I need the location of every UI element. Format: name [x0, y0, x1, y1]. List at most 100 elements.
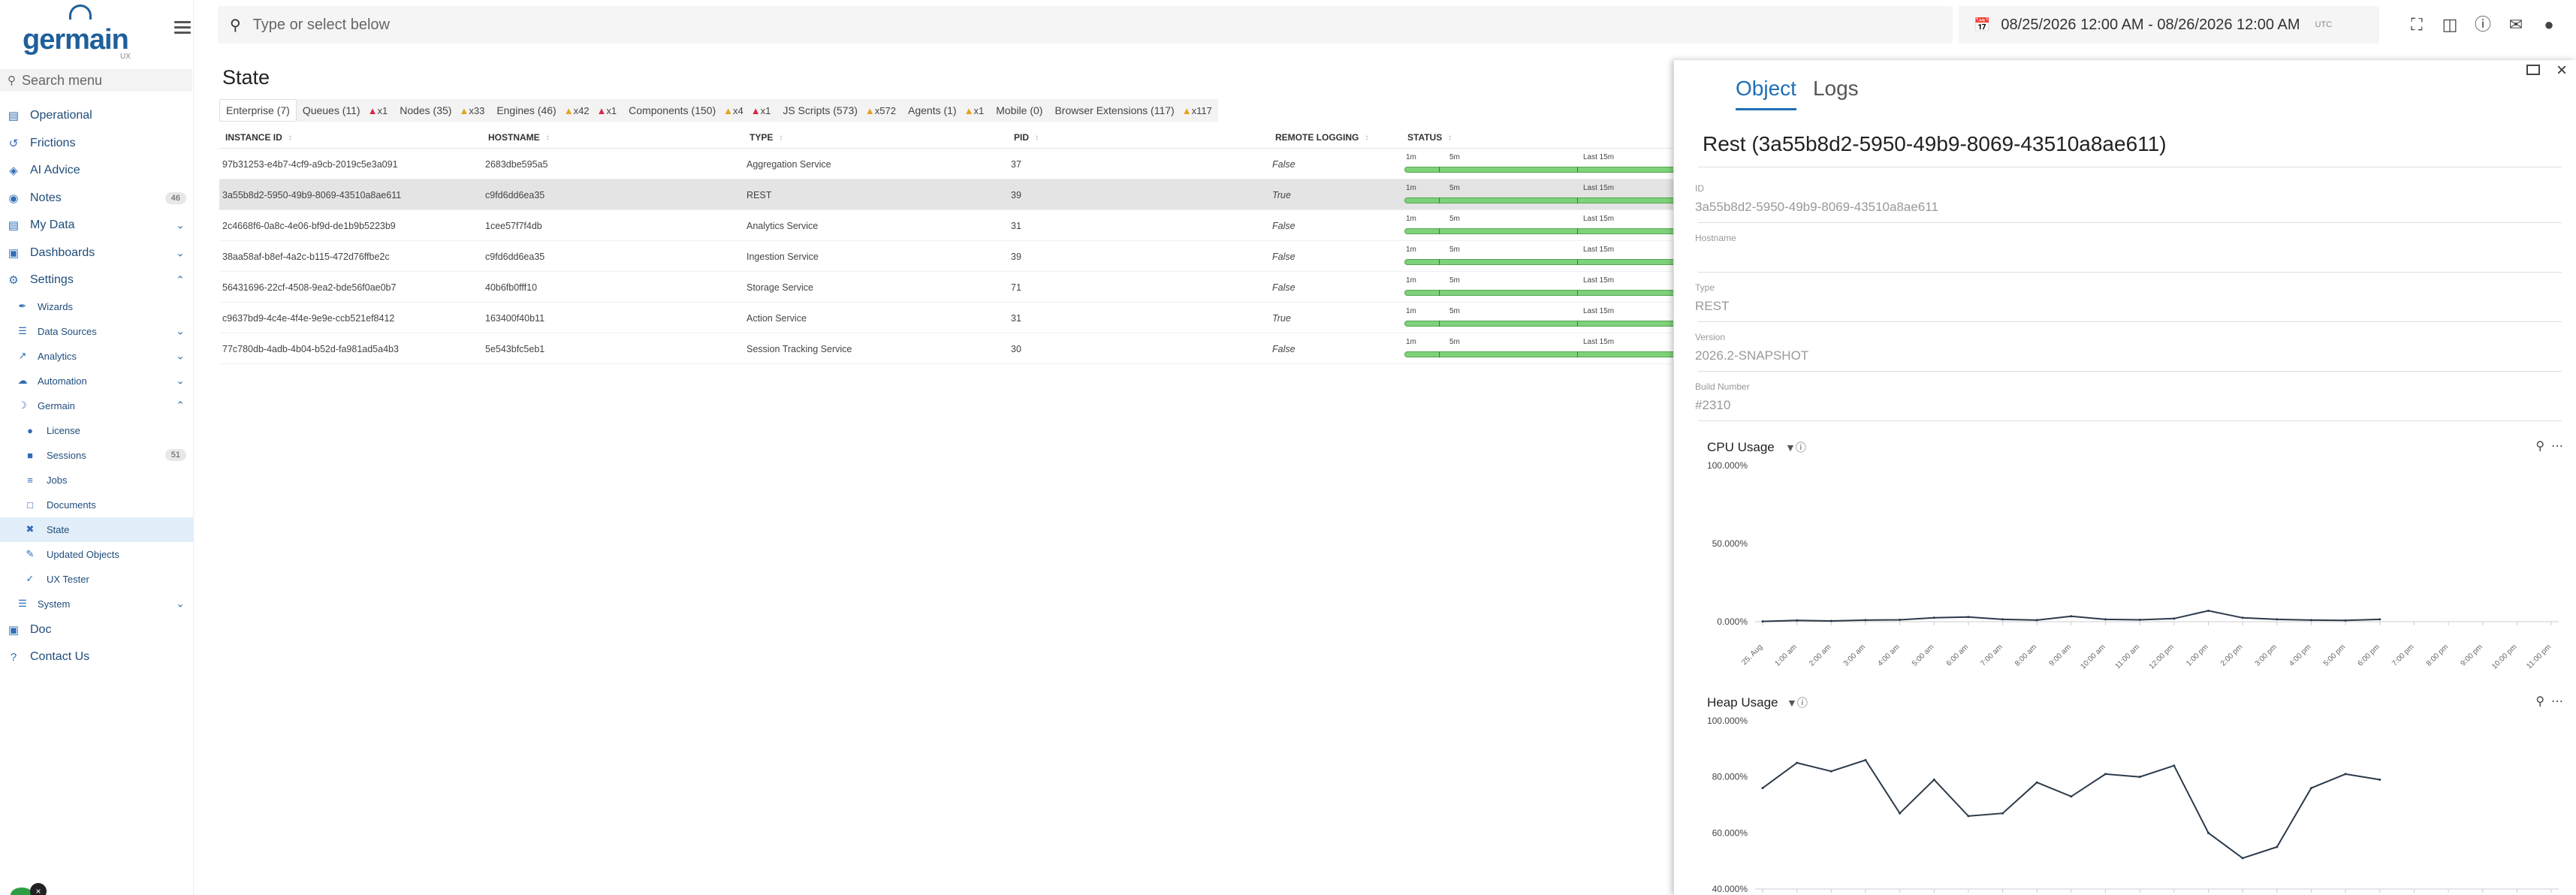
- chevron-down-icon[interactable]: ⌄: [176, 219, 185, 232]
- hamburger-menu-icon[interactable]: [174, 21, 191, 35]
- inbox-icon[interactable]: ✉: [2499, 14, 2532, 36]
- sidebar-item-data-sources[interactable]: ☰ Data Sources ⌄: [0, 319, 194, 344]
- column-header[interactable]: PID ↕: [1014, 126, 1039, 149]
- sidebar-item-frictions[interactable]: ↺ Frictions: [0, 130, 194, 158]
- chevron-up-icon[interactable]: ⌃: [176, 399, 185, 412]
- status-window-label: 5m: [1449, 184, 1460, 192]
- table-row[interactable]: 97b31253-e4b7-4cf9-a9cb-2019c5e3a091 2683…: [219, 149, 1705, 179]
- sidebar-item-wizards[interactable]: ✒ Wizards: [0, 294, 194, 319]
- sidebar-item-dashboards[interactable]: ▣ Dashboards ⌄: [0, 240, 194, 267]
- column-header[interactable]: INSTANCE ID ↕: [225, 126, 292, 149]
- sidebar-item-license[interactable]: ● License: [0, 418, 194, 443]
- sort-icon[interactable]: ↕: [1035, 134, 1039, 142]
- table-row[interactable]: 2c4668f6-0a8c-4e06-bf9d-de1b9b5223b9 1cee…: [219, 210, 1705, 241]
- column-header[interactable]: STATUS ↕: [1407, 126, 1452, 149]
- sidebar-item-updated-objects[interactable]: ✎ Updated Objects: [0, 542, 194, 567]
- cell-remote: True: [1272, 312, 1291, 324]
- sidebar-item-germain[interactable]: ☽ Germain ⌃: [0, 393, 194, 418]
- sidebar-item-label: Wizards: [38, 300, 73, 312]
- status-bar-fill: [1404, 351, 1705, 357]
- panel-tab-logs[interactable]: Logs: [1813, 77, 1859, 110]
- table-row[interactable]: 77c780db-4adb-4b04-b52d-fa981ad5a4b3 5e54…: [219, 333, 1705, 364]
- chevron-down-icon[interactable]: ⌄: [176, 375, 185, 387]
- chevron-up-icon[interactable]: ⌃: [176, 274, 185, 287]
- sort-icon[interactable]: ↕: [546, 134, 550, 142]
- column-header[interactable]: REMOTE LOGGING ↕: [1275, 126, 1368, 149]
- presentation-icon[interactable]: ◫: [2433, 14, 2466, 36]
- data-point: [2309, 787, 2312, 790]
- more-icon[interactable]: ⋯: [2551, 695, 2563, 708]
- logo[interactable]: germain UX: [23, 5, 135, 61]
- more-icon[interactable]: ⋯: [2551, 440, 2563, 453]
- sidebar-item-label: Notes: [30, 191, 62, 204]
- chevron-down-icon[interactable]: ⌄: [176, 246, 185, 259]
- sidebar-item-documents[interactable]: □ Documents: [0, 493, 194, 517]
- table-row[interactable]: 38aa58af-b8ef-4a2c-b115-472d76ffbe2c c9fd…: [219, 241, 1705, 272]
- table-header: INSTANCE ID ↕ HOSTNAME ↕ TYPE ↕ PID ↕ REMOTE LOG…: [219, 126, 1675, 149]
- sidebar-item-notes[interactable]: ◉ Notes 46: [0, 185, 194, 212]
- column-header[interactable]: TYPE ↕: [750, 126, 783, 149]
- sidebar-item-analytics[interactable]: ↗ Analytics ⌄: [0, 344, 194, 369]
- sidebar-item-ai-advice[interactable]: ◈ AI Advice: [0, 157, 194, 185]
- info-icon[interactable]: ⓘ: [2466, 14, 2499, 36]
- tab-queues[interactable]: Queues (11) ▲x1: [297, 99, 394, 122]
- sidebar-item-settings[interactable]: ⚙ Settings ⌃: [0, 267, 194, 294]
- warning-count: x42: [573, 104, 590, 116]
- column-label: STATUS: [1407, 132, 1443, 143]
- status-bar-fill: [1404, 259, 1705, 265]
- chart-filter-icon[interactable]: ▼ⓘ: [1785, 440, 1806, 455]
- question-icon: ?: [10, 650, 17, 664]
- close-icon[interactable]: ×: [2556, 60, 2567, 81]
- fullscreen-icon[interactable]: ⛶: [2400, 14, 2433, 36]
- tab-mobile[interactable]: Mobile (0): [990, 99, 1048, 122]
- search-menu-input[interactable]: ⚲ Search menu: [0, 69, 192, 92]
- sidebar-item-automation[interactable]: ☁ Automation ⌄: [0, 369, 194, 393]
- sort-icon[interactable]: ↕: [288, 134, 292, 142]
- sidebar-item-label: My Data: [30, 218, 75, 232]
- column-header[interactable]: HOSTNAME ↕: [488, 126, 550, 149]
- global-search-input[interactable]: ⚲ Type or select below: [218, 6, 1953, 44]
- sort-icon[interactable]: ↕: [779, 134, 783, 142]
- sidebar-item-sessions[interactable]: ■ Sessions 51: [0, 443, 194, 468]
- sidebar-item-system[interactable]: ☰ System ⌄: [0, 592, 194, 616]
- cell-remote: False: [1272, 220, 1296, 231]
- column-label: PID: [1014, 132, 1030, 143]
- zoom-icon[interactable]: ⚲: [2535, 440, 2544, 453]
- date-range-picker[interactable]: 📅 08/25/2026 12:00 AM - 08/26/2026 12:00…: [1959, 6, 2379, 44]
- sidebar-item-jobs[interactable]: ≡ Jobs: [0, 468, 194, 493]
- status-bar-tick: [1577, 321, 1578, 327]
- table-row[interactable]: 3a55b8d2-5950-49b9-8069-43510a8ae611 c9fd…: [219, 179, 1705, 210]
- tab-js-scripts[interactable]: JS Scripts (573) ▲x572: [777, 99, 902, 122]
- sort-icon[interactable]: ↕: [1365, 134, 1368, 142]
- tab-browser-extensions[interactable]: Browser Extensions (117) ▲x117: [1048, 99, 1217, 122]
- chart-tools: ⚲ ⋯: [2535, 694, 2563, 709]
- zoom-icon[interactable]: ⚲: [2535, 695, 2544, 708]
- sidebar-item-my-data[interactable]: ▤ My Data ⌄: [0, 212, 194, 240]
- cell-type: Session Tracking Service: [747, 343, 852, 354]
- sort-icon[interactable]: ↕: [1448, 134, 1452, 142]
- chevron-down-icon[interactable]: ⌄: [176, 350, 185, 363]
- chart-filter-icon[interactable]: ▼ⓘ: [1787, 695, 1808, 710]
- x-tick-label: 10:00 am: [2079, 643, 2107, 670]
- tab-nodes[interactable]: Nodes (35) ▲x33: [394, 99, 490, 122]
- tab-enterprise[interactable]: Enterprise (7): [219, 99, 297, 122]
- sidebar-item-label: State: [47, 523, 70, 535]
- chevron-down-icon[interactable]: ⌄: [176, 598, 185, 610]
- sidebar-item-ux-tester[interactable]: ✓ UX Tester: [0, 567, 194, 592]
- table-row[interactable]: c9637bd9-4c4e-4f4e-9e9e-ccb521ef8412 1634…: [219, 303, 1705, 333]
- user-icon[interactable]: ●: [2532, 14, 2565, 36]
- panel-tab-object[interactable]: Object: [1736, 77, 1796, 110]
- table-row[interactable]: 56431696-22cf-4508-9ea2-bde56f0ae0b7 40b6…: [219, 272, 1705, 303]
- close-badge-icon[interactable]: ×: [30, 883, 47, 895]
- tab-components[interactable]: Components (150) ▲x4 ▲x1: [623, 99, 777, 122]
- chevron-down-icon[interactable]: ⌄: [176, 325, 185, 338]
- sidebar-item-operational[interactable]: ▤ Operational: [0, 102, 194, 130]
- sidebar-item-contact-us[interactable]: ? Contact Us: [0, 643, 194, 671]
- tab-agents[interactable]: Agents (1) ▲x1: [902, 99, 990, 122]
- tab-engines[interactable]: Engines (46) ▲x42 ▲x1: [490, 99, 623, 122]
- sidebar-item-state[interactable]: ✖ State: [0, 517, 194, 542]
- data-point: [2206, 831, 2210, 834]
- maximize-icon[interactable]: [2526, 65, 2540, 75]
- sidebar-item-doc[interactable]: ▣ Doc: [0, 616, 194, 644]
- status-window-label: 5m: [1449, 307, 1460, 315]
